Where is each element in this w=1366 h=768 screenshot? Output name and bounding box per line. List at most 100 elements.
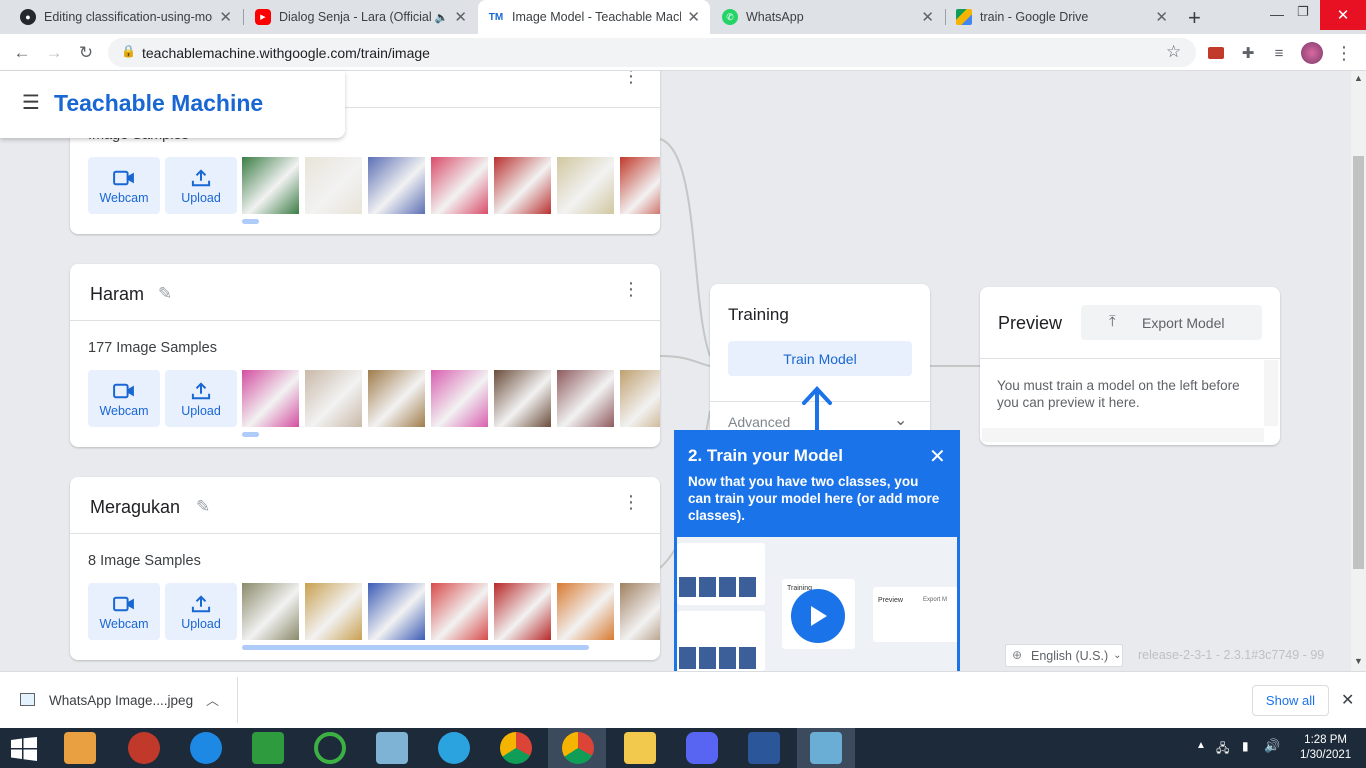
close-icon[interactable]: ✕ bbox=[687, 8, 700, 26]
preview-vertical-scrollbar[interactable] bbox=[1264, 360, 1278, 426]
sample-thumbnail[interactable] bbox=[368, 370, 425, 427]
sample-thumbnail[interactable] bbox=[557, 157, 614, 214]
sample-thumbnail[interactable] bbox=[242, 157, 299, 214]
upload-button[interactable]: Upload bbox=[165, 370, 237, 427]
sample-thumbnail[interactable] bbox=[494, 157, 551, 214]
edit-pencil-icon[interactable]: ✎ bbox=[158, 284, 172, 304]
app-title[interactable]: Teachable Machine bbox=[54, 90, 263, 117]
back-icon[interactable]: ← bbox=[9, 40, 35, 66]
class-options-menu-icon[interactable]: ⋮ bbox=[622, 71, 640, 85]
sample-thumbnail[interactable] bbox=[305, 583, 362, 640]
chevron-up-icon[interactable]: ︿ bbox=[206, 690, 219, 709]
thumbnail-scrollbar[interactable] bbox=[242, 645, 589, 650]
class-options-menu-icon[interactable]: ⋮ bbox=[622, 280, 640, 298]
close-icon[interactable]: ✕ bbox=[1341, 690, 1354, 710]
store-icon[interactable] bbox=[252, 732, 284, 764]
new-tab-button[interactable]: + bbox=[1188, 5, 1201, 31]
volume-icon[interactable]: 🔊 bbox=[1264, 738, 1280, 754]
sample-thumbnail[interactable] bbox=[557, 583, 614, 640]
tab-whatsapp[interactable]: ✆ WhatsApp ✕ bbox=[712, 0, 944, 34]
chrome-icon[interactable] bbox=[500, 732, 532, 764]
thumbnail-scrollbar[interactable] bbox=[242, 219, 259, 224]
show-all-button[interactable]: Show all bbox=[1252, 685, 1329, 716]
avatar[interactable] bbox=[1299, 40, 1325, 66]
restore-button[interactable]: ❐ bbox=[1297, 4, 1309, 20]
tutorial-video[interactable]: Training Preview Export M bbox=[677, 537, 957, 671]
browser-menu-icon[interactable]: ⋮ bbox=[1331, 40, 1357, 66]
speaker-icon[interactable]: 🔈 bbox=[435, 11, 449, 24]
sample-thumbnail[interactable] bbox=[431, 370, 488, 427]
sample-thumbnail[interactable] bbox=[242, 370, 299, 427]
edit-pencil-icon[interactable]: ✎ bbox=[196, 497, 210, 517]
network-icon[interactable]: 🖧 bbox=[1216, 739, 1229, 760]
sample-thumbnail[interactable] bbox=[305, 370, 362, 427]
sync-app-icon[interactable] bbox=[314, 732, 346, 764]
sample-thumbnail[interactable] bbox=[494, 370, 551, 427]
close-icon[interactable]: ✕ bbox=[929, 444, 946, 469]
tab-youtube[interactable]: ▶ Dialog Senja - Lara (Official 🔈 ✕ bbox=[245, 0, 477, 34]
sample-thumbnail[interactable] bbox=[431, 583, 488, 640]
thumbnail-scrollbar[interactable] bbox=[242, 432, 259, 437]
class-name[interactable]: Haram bbox=[90, 284, 144, 305]
telegram-icon[interactable] bbox=[438, 732, 470, 764]
photos-icon[interactable] bbox=[810, 732, 842, 764]
chevron-down-icon[interactable]: ⌄ bbox=[894, 410, 907, 430]
media-control-icon[interactable]: ≡ bbox=[1266, 40, 1292, 66]
battery-icon[interactable]: ▮ bbox=[1242, 739, 1249, 753]
download-item[interactable]: WhatsApp Image....jpeg bbox=[49, 693, 193, 708]
close-icon[interactable]: ✕ bbox=[921, 8, 934, 26]
upload-button[interactable]: Upload bbox=[165, 157, 237, 214]
sample-thumbnail[interactable] bbox=[620, 370, 660, 427]
browser-tab-strip: ● Editing classification-using-mob ✕ ▶ D… bbox=[0, 0, 1366, 34]
sample-thumbnail[interactable] bbox=[368, 583, 425, 640]
sample-thumbnail[interactable] bbox=[620, 583, 660, 640]
sample-thumbnail[interactable] bbox=[620, 157, 660, 214]
hamburger-menu-icon[interactable]: ☰ bbox=[22, 93, 40, 113]
close-icon[interactable]: ✕ bbox=[454, 8, 467, 26]
tab-teachable-machine[interactable]: TM Image Model - Teachable Mach ✕ bbox=[478, 0, 710, 34]
preview-horizontal-scrollbar[interactable] bbox=[982, 428, 1264, 442]
sample-thumbnail[interactable] bbox=[431, 157, 488, 214]
class-name[interactable]: Meragukan bbox=[90, 497, 180, 518]
discord-icon[interactable] bbox=[686, 732, 718, 764]
reload-icon[interactable]: ↻ bbox=[73, 40, 99, 66]
internet-explorer-icon[interactable] bbox=[190, 732, 222, 764]
sample-thumbnail[interactable] bbox=[242, 583, 299, 640]
notes-app-icon[interactable] bbox=[376, 732, 408, 764]
chrome-active-icon[interactable] bbox=[562, 732, 594, 764]
webcam-button[interactable]: Webcam bbox=[88, 157, 160, 214]
forward-icon[interactable]: → bbox=[41, 40, 67, 66]
file-explorer-icon[interactable] bbox=[624, 732, 656, 764]
sample-thumbnail[interactable] bbox=[557, 370, 614, 427]
bookmark-star-icon[interactable]: ☆ bbox=[1166, 42, 1181, 62]
system-clock[interactable]: 1:28 PM 1/30/2021 bbox=[1300, 733, 1351, 763]
webcam-button[interactable]: Webcam bbox=[88, 583, 160, 640]
tab-github[interactable]: ● Editing classification-using-mob ✕ bbox=[10, 0, 242, 34]
address-bar[interactable]: 🔒 teachablemachine.withgoogle.com/train/… bbox=[108, 38, 1196, 67]
webcam-button[interactable]: Webcam bbox=[88, 370, 160, 427]
windows-start-icon[interactable] bbox=[10, 737, 38, 761]
training-title: Training bbox=[728, 305, 789, 324]
close-icon[interactable]: ✕ bbox=[219, 8, 232, 26]
extension-icon[interactable] bbox=[1203, 40, 1229, 66]
word-icon[interactable] bbox=[748, 732, 780, 764]
minimize-button[interactable]: — bbox=[1270, 6, 1284, 22]
sample-thumbnail[interactable] bbox=[305, 157, 362, 214]
media-player-icon[interactable] bbox=[64, 732, 96, 764]
window-close-button[interactable]: ✕ bbox=[1320, 0, 1366, 30]
language-select[interactable]: ⊕ English (U.S.) ⌄ bbox=[1005, 644, 1123, 667]
game-app-icon[interactable] bbox=[128, 732, 160, 764]
play-icon[interactable] bbox=[791, 589, 845, 643]
sample-thumbnail[interactable] bbox=[494, 583, 551, 640]
tab-google-drive[interactable]: train - Google Drive ✕ bbox=[946, 0, 1178, 34]
close-icon[interactable]: ✕ bbox=[1155, 8, 1168, 26]
upload-button[interactable]: Upload bbox=[165, 583, 237, 640]
advanced-toggle[interactable]: Advanced bbox=[728, 414, 790, 430]
sample-thumbnail[interactable] bbox=[368, 157, 425, 214]
train-model-button[interactable]: Train Model bbox=[728, 341, 912, 376]
export-model-button[interactable]: ⤒ Export Model bbox=[1081, 305, 1262, 340]
class-options-menu-icon[interactable]: ⋮ bbox=[622, 493, 640, 511]
page-scrollbar[interactable]: ▲ ▼ bbox=[1351, 71, 1366, 671]
tray-chevron-up-icon[interactable]: ▲ bbox=[1196, 740, 1206, 751]
puzzle-extensions-icon[interactable]: ✚ bbox=[1235, 40, 1261, 66]
